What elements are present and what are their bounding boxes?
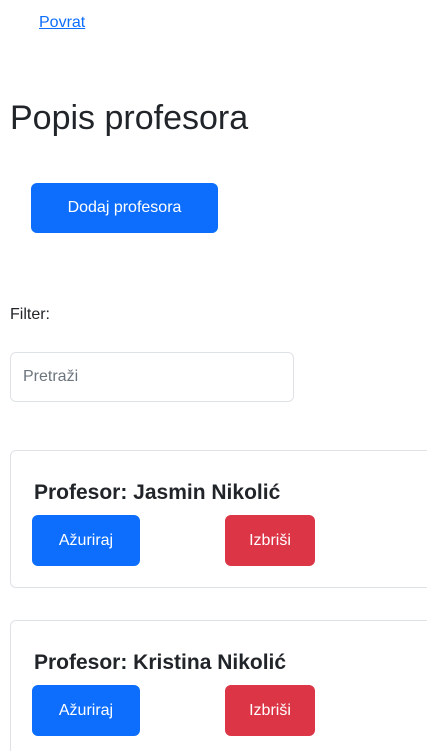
professor-card: Profesor: Jasmin Nikolić Ažuriraj Izbriš… (10, 450, 427, 588)
add-professor-button[interactable]: Dodaj profesora (31, 183, 218, 233)
update-button[interactable]: Ažuriraj (32, 685, 140, 736)
filter-label: Filter: (10, 306, 50, 323)
back-link[interactable]: Povrat (39, 14, 85, 32)
professor-card: Profesor: Kristina Nikolić Ažuriraj Izbr… (10, 620, 427, 751)
page: Povrat Popis profesora Dodaj profesora F… (0, 0, 427, 751)
professor-name: Profesor: Kristina Nikolić (34, 651, 287, 674)
professor-name: Profesor: Jasmin Nikolić (34, 481, 281, 504)
update-button[interactable]: Ažuriraj (32, 515, 140, 566)
delete-button[interactable]: Izbriši (225, 685, 315, 736)
delete-button[interactable]: Izbriši (225, 515, 315, 566)
page-title: Popis profesora (10, 99, 249, 137)
search-input[interactable] (10, 352, 294, 402)
